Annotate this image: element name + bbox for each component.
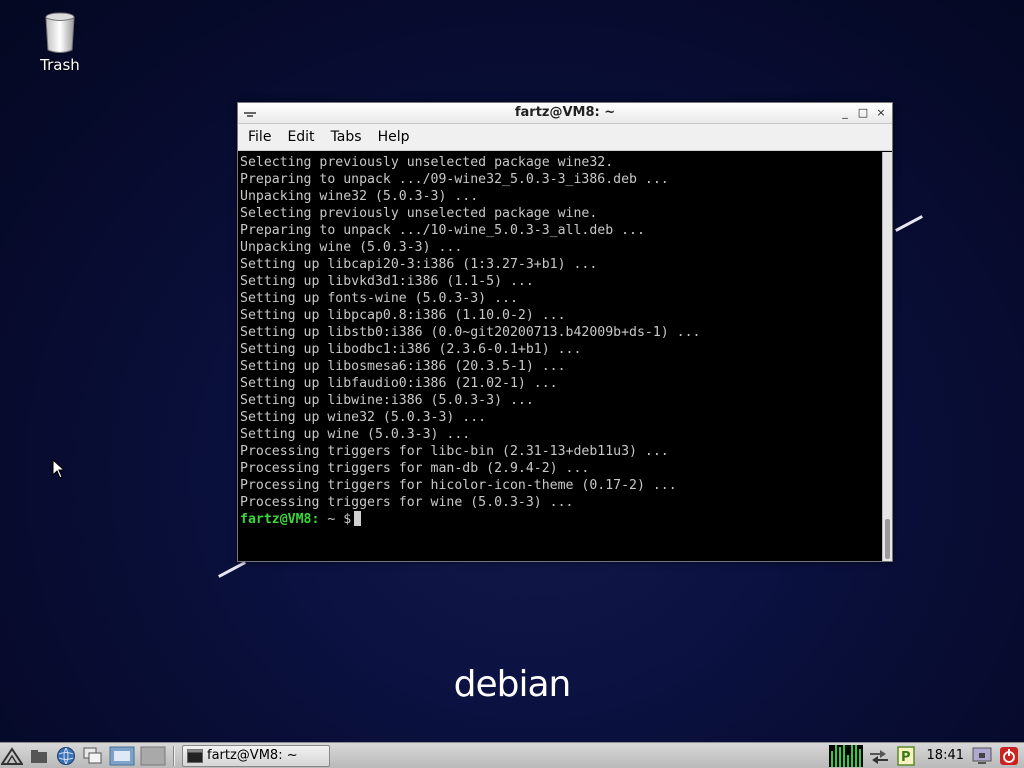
swirl-decoration <box>218 561 246 578</box>
prompt-symbol: $ <box>335 512 352 527</box>
terminal-line: Preparing to unpack .../09-wine32_5.0.3-… <box>240 172 669 187</box>
show-desktop-button[interactable] <box>81 744 105 768</box>
menu-edit[interactable]: Edit <box>280 129 321 145</box>
workspace-2-button[interactable] <box>139 744 167 768</box>
terminal-scrollbar[interactable] <box>882 152 892 561</box>
menu-file[interactable]: File <box>241 129 278 145</box>
task-terminal-button[interactable]: fartz@VM8: ~ <box>182 744 330 767</box>
terminal-line: Setting up libvkd3d1:i386 (1.1-5) ... <box>240 274 534 289</box>
window-title: fartz@VM8: ~ <box>514 105 616 120</box>
package-updates-button[interactable]: P <box>894 744 918 768</box>
taskbar-separator <box>173 745 175 766</box>
terminal-line: Selecting previously unselected package … <box>240 206 598 221</box>
start-menu-button[interactable] <box>0 744 24 768</box>
terminal-line: Processing triggers for libc-bin (2.31-1… <box>240 444 669 459</box>
show-desktop-icon <box>83 747 102 763</box>
network-arrows-icon <box>869 749 888 764</box>
trash-desktop-icon[interactable]: Trash <box>30 12 90 74</box>
terminal-line: Unpacking wine32 (5.0.3-3) ... <box>240 189 479 204</box>
terminal-line: Setting up wine32 (5.0.3-3) ... <box>240 410 487 425</box>
terminal-line: Processing triggers for wine (5.0.3-3) .… <box>240 495 574 510</box>
debian-logo: debian <box>453 664 572 705</box>
workspace-1-icon <box>109 746 135 765</box>
terminal-line: Unpacking wine (5.0.3-3) ... <box>240 240 463 255</box>
text-cursor <box>354 511 362 526</box>
terminal-window[interactable]: fartz@VM8: ~ _ □ × File Edit Tabs Help S… <box>237 102 893 562</box>
trash-label: Trash <box>40 56 80 74</box>
power-icon <box>1000 746 1018 765</box>
terminal-output[interactable]: Selecting previously unselected package … <box>238 152 882 561</box>
svg-text:P: P <box>901 750 911 765</box>
file-manager-icon <box>31 749 47 763</box>
terminal-line: Setting up libodbc1:i386 (2.3.6-0.1+b1) … <box>240 342 582 357</box>
terminal-line: Setting up libcapi20-3:i386 (1:3.27-3+b1… <box>240 257 598 272</box>
clock[interactable]: 18:41 <box>927 748 964 763</box>
terminal-line: Setting up fonts-wine (5.0.3-3) ... <box>240 291 518 306</box>
screen-lock-button[interactable] <box>970 744 994 768</box>
terminal-line: Processing triggers for hicolor-icon-the… <box>240 478 677 493</box>
terminal-line: Setting up libfaudio0:i386 (21.02-1) ... <box>240 376 558 391</box>
workspace-1-button[interactable] <box>108 744 136 768</box>
web-browser-icon <box>57 746 75 765</box>
network-indicator[interactable] <box>867 744 891 768</box>
menu-tabs[interactable]: Tabs <box>324 129 369 145</box>
start-menu-icon <box>1 746 23 765</box>
taskbar: fartz@VM8: ~ P 18:41 <box>0 742 1024 768</box>
file-manager-button[interactable] <box>27 744 51 768</box>
system-tray: P 18:41 <box>828 743 1024 768</box>
screen-lock-icon <box>972 747 992 764</box>
logout-button[interactable] <box>997 744 1021 768</box>
minimize-button[interactable]: _ <box>838 105 852 120</box>
window-titlebar[interactable]: fartz@VM8: ~ _ □ × <box>238 103 892 124</box>
terminal-line: Selecting previously unselected package … <box>240 155 614 170</box>
mouse-cursor-icon <box>52 459 66 479</box>
menu-help[interactable]: Help <box>371 129 417 145</box>
workspace-2-icon <box>140 746 166 765</box>
terminal-line: Setting up libpcap0.8:i386 (1.10.0-2) ..… <box>240 308 566 323</box>
menubar: File Edit Tabs Help <box>238 124 892 151</box>
terminal-line: Setting up libstb0:i386 (0.0~git20200713… <box>240 325 701 340</box>
prompt-user: fartz@VM8: <box>240 512 320 527</box>
scrollbar-thumb[interactable] <box>885 519 890 559</box>
terminal-line: Setting up libwine:i386 (5.0.3-3) ... <box>240 393 534 408</box>
terminal-line: Processing triggers for man-db (2.9.4-2)… <box>240 461 590 476</box>
prompt-path: ~ <box>319 512 336 527</box>
terminal-line: Preparing to unpack .../10-wine_5.0.3-3_… <box>240 223 645 238</box>
terminal-line: Setting up wine (5.0.3-3) ... <box>240 427 471 442</box>
task-label: fartz@VM8: ~ <box>207 748 298 763</box>
swirl-decoration <box>895 215 923 232</box>
terminal-prompt-line[interactable]: fartz@VM8: ~ $ <box>240 511 882 528</box>
package-updates-icon: P <box>896 745 915 766</box>
web-browser-button[interactable] <box>54 744 78 768</box>
cpu-monitor[interactable] <box>828 744 863 767</box>
terminal-icon <box>187 748 203 763</box>
trash-icon <box>45 12 75 53</box>
terminal-line: Setting up libosmesa6:i386 (20.3.5-1) ..… <box>240 359 566 374</box>
maximize-button[interactable]: □ <box>856 105 870 120</box>
close-button[interactable]: × <box>874 105 888 120</box>
